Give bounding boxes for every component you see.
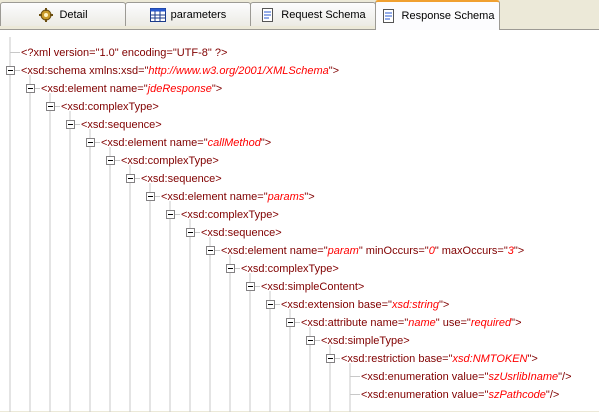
collapse-toggle-icon[interactable] — [146, 192, 155, 201]
tree-node[interactable]: <xsd:element name="callMethod"> — [101, 136, 271, 150]
tab-detail[interactable]: Detail — [0, 2, 126, 26]
attribute-value: callMethod — [207, 137, 261, 149]
xml-markup: <xsd:extension base=" — [281, 299, 392, 311]
tree-node[interactable]: <xsd:schema xmlns:xsd="http://www.w3.org… — [21, 64, 339, 78]
xml-markup: "> — [513, 245, 525, 257]
tab-request-schema[interactable]: Request Schema — [250, 2, 376, 26]
xml-markup: "> — [304, 191, 315, 203]
tree-node[interactable]: <xsd:complexType> — [241, 262, 339, 276]
collapse-toggle-icon[interactable] — [106, 156, 115, 165]
xml-markup: "> — [439, 299, 450, 311]
xml-markup: "> — [211, 83, 223, 95]
xml-markup: " maxOccurs=" — [434, 245, 508, 257]
xml-markup: "> — [328, 65, 340, 77]
xml-markup: <xsd:attribute name=" — [301, 317, 409, 329]
tab-label: Response Schema — [401, 10, 495, 22]
collapse-toggle-icon[interactable] — [66, 120, 75, 129]
tab-label: parameters — [170, 8, 227, 21]
collapse-toggle-icon[interactable] — [86, 138, 95, 147]
tree-node[interactable]: <xsd:attribute name="name" use="required… — [301, 316, 522, 330]
gear-puzzle-icon — [38, 7, 54, 22]
tree-node[interactable]: <xsd:element name="jdeResponse"> — [41, 82, 222, 96]
xml-markup: <xsd:sequence> — [81, 119, 162, 131]
xml-markup: "> — [527, 353, 538, 365]
xml-markup: <xsd:element name=" — [221, 245, 328, 257]
tree-node[interactable]: <xsd:enumeration value="szUsrlibIname"/> — [361, 370, 572, 384]
xml-markup: " minOccurs=" — [358, 245, 429, 257]
attribute-value: http://www.w3.org/2001/XMLSchema — [148, 65, 329, 77]
tree-node[interactable]: <xsd:simpleType> — [321, 334, 410, 348]
xml-markup: <xsd:sequence> — [141, 173, 222, 185]
collapse-toggle-icon[interactable] — [166, 210, 175, 219]
tree-node[interactable]: <xsd:extension base="xsd:string"> — [281, 298, 449, 312]
xml-markup: <xsd:element name=" — [101, 137, 208, 149]
tree-node[interactable]: <xsd:sequence> — [81, 118, 162, 132]
attribute-value: name — [408, 317, 436, 329]
xml-markup: <xsd:complexType> — [121, 155, 219, 167]
xml-markup: <xsd:simpleContent> — [261, 281, 365, 293]
collapse-toggle-icon[interactable] — [26, 84, 35, 93]
collapse-toggle-icon[interactable] — [46, 102, 55, 111]
tree-node[interactable]: <xsd:enumeration value="szPathcode"/> — [361, 388, 559, 402]
collapse-toggle-icon[interactable] — [206, 246, 215, 255]
collapse-toggle-icon[interactable] — [286, 318, 295, 327]
attribute-value: xsd:string — [391, 299, 440, 311]
xml-markup: <xsd:sequence> — [201, 227, 282, 239]
xml-markup: <xsd:restriction base=" — [341, 353, 453, 365]
tree-node[interactable]: <xsd:complexType> — [121, 154, 219, 168]
xml-markup: "/> — [545, 389, 560, 401]
collapse-toggle-icon[interactable] — [226, 264, 235, 273]
attribute-value: szPathcode — [488, 389, 546, 401]
xml-markup: <xsd:complexType> — [61, 101, 159, 113]
tab-parameters[interactable]: parameters — [125, 2, 251, 26]
tree-node[interactable]: <xsd:restriction base="xsd:NMTOKEN"> — [341, 352, 538, 366]
xml-markup: <xsd:enumeration value=" — [361, 371, 489, 383]
table-icon — [149, 7, 166, 22]
tree-node[interactable]: <xsd:sequence> — [201, 226, 282, 240]
tree-node[interactable]: <xsd:element name="param" minOccurs="0" … — [221, 244, 524, 258]
schema-document-icon — [260, 7, 276, 22]
xml-markup: <xsd:schema xmlns:xsd=" — [21, 65, 149, 77]
xml-markup: "/> — [558, 371, 572, 383]
xml-markup: <xsd:complexType> — [181, 209, 279, 221]
xml-markup: <xsd:simpleType> — [321, 335, 410, 347]
tree-node[interactable]: <xsd:complexType> — [61, 100, 159, 114]
tab-response-schema[interactable]: Response Schema — [375, 0, 500, 30]
collapse-toggle-icon[interactable] — [306, 336, 315, 345]
tree-node[interactable]: <xsd:sequence> — [141, 172, 222, 186]
tab-label: Request Schema — [281, 8, 366, 21]
tree-node[interactable]: <xsd:complexType> — [181, 208, 279, 222]
collapse-toggle-icon[interactable] — [246, 282, 255, 291]
collapse-toggle-icon[interactable] — [126, 174, 135, 183]
xml-markup: "> — [511, 317, 522, 329]
attribute-value: params — [267, 191, 305, 203]
schema-document-icon — [381, 9, 397, 23]
collapse-toggle-icon[interactable] — [326, 354, 335, 363]
tab-label: Detail — [59, 8, 88, 21]
xml-markup: <?xml version="1.0" encoding="UTF-8" ?> — [21, 47, 228, 59]
collapse-toggle-icon[interactable] — [266, 300, 275, 309]
tab-bar: Detail parameters Request Schema Respons… — [0, 0, 599, 30]
xml-markup: " use=" — [435, 317, 471, 329]
attribute-value: required — [470, 317, 512, 329]
schema-tree-view[interactable]: <?xml version="1.0" encoding="UTF-8" ?> <… — [0, 29, 599, 412]
tree-node[interactable]: <?xml version="1.0" encoding="UTF-8" ?> — [21, 46, 227, 60]
collapse-toggle-icon[interactable] — [186, 228, 195, 237]
attribute-value: xsd:NMTOKEN — [452, 353, 528, 365]
attribute-value: jdeResponse — [147, 83, 212, 95]
collapse-toggle-icon[interactable] — [6, 66, 15, 75]
tree-node[interactable]: <xsd:element name="params"> — [161, 190, 315, 204]
attribute-value: param — [327, 245, 359, 257]
xml-markup: <xsd:enumeration value=" — [361, 389, 489, 401]
xml-markup: <xsd:element name=" — [41, 83, 148, 95]
attribute-value: szUsrlibIname — [488, 371, 559, 383]
xml-markup: <xsd:complexType> — [241, 263, 339, 275]
tree-node[interactable]: <xsd:simpleContent> — [261, 280, 364, 294]
xml-markup: "> — [260, 137, 272, 149]
xml-markup: <xsd:element name=" — [161, 191, 268, 203]
